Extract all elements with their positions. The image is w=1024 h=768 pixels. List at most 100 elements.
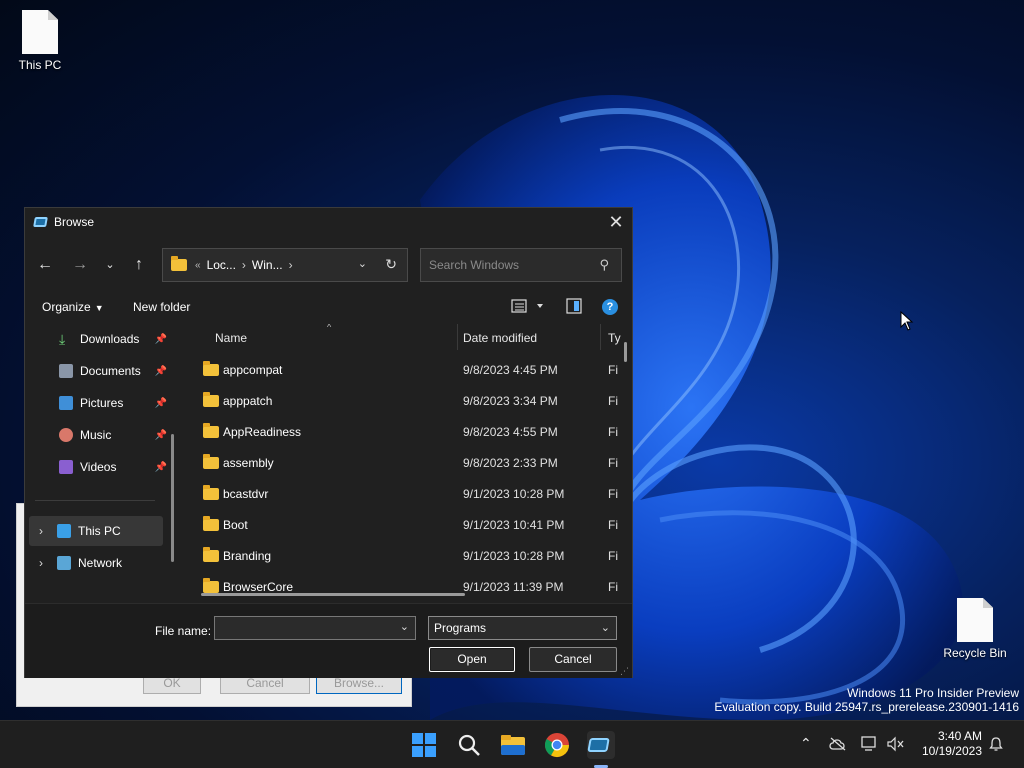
- nav-item-music[interactable]: Music 📌: [25, 420, 175, 450]
- new-folder-button[interactable]: New folder: [133, 300, 190, 314]
- address-overflow[interactable]: «: [195, 260, 201, 271]
- file-name-input[interactable]: ⌄: [214, 616, 416, 640]
- taskbar: ⌃ 3:40 AM 10/19/2023: [0, 720, 1024, 768]
- search-icon: ⚲: [599, 257, 609, 272]
- column-separator[interactable]: [600, 324, 601, 350]
- chevron-down-icon[interactable]: ⌄: [400, 620, 409, 633]
- up-arrow-icon[interactable]: ↑: [128, 254, 150, 276]
- clock-time: 3:40 AM: [937, 729, 982, 743]
- address-bar[interactable]: « Loc... › Win... › ⌄ ↻: [162, 248, 408, 282]
- file-row[interactable]: Boot 9/1/2023 10:41 PM Fi: [185, 509, 625, 540]
- file-date-modified: 9/8/2023 2:33 PM: [463, 456, 558, 470]
- network-status-icon[interactable]: [861, 736, 877, 752]
- file-row[interactable]: apppatch 9/8/2023 3:34 PM Fi: [185, 385, 625, 416]
- file-row[interactable]: bcastdvr 9/1/2023 10:28 PM Fi: [185, 478, 625, 509]
- file-date-modified: 9/8/2023 4:45 PM: [463, 363, 558, 377]
- file-list-horizontal-scrollbar[interactable]: [201, 593, 465, 596]
- column-type[interactable]: Ty: [608, 331, 621, 345]
- dialog-title: Browse: [54, 215, 95, 229]
- network-icon: [57, 556, 71, 570]
- start-windows-icon[interactable]: [410, 731, 438, 759]
- file-list-vertical-scrollbar[interactable]: [624, 342, 627, 362]
- nav-divider: [35, 500, 155, 501]
- taskbar-clock[interactable]: 3:40 AM 10/19/2023: [912, 729, 982, 759]
- file-name: Boot: [223, 518, 248, 532]
- nav-item-label: Videos: [80, 460, 117, 474]
- nav-item-downloads[interactable]: ⤓ Downloads 📌: [25, 324, 175, 354]
- clock-date: 10/19/2023: [921, 744, 982, 758]
- pin-icon[interactable]: 📌: [155, 462, 167, 473]
- folder-icon: [203, 361, 219, 376]
- expand-chevron-icon[interactable]: ›: [35, 556, 47, 570]
- nav-item-pictures[interactable]: Pictures 📌: [25, 388, 175, 418]
- breadcrumb-separator-icon[interactable]: ›: [289, 258, 293, 272]
- nav-item-documents[interactable]: Documents 📌: [25, 356, 175, 386]
- close-button[interactable]: ✕: [606, 212, 626, 232]
- change-view-icon[interactable]: [511, 298, 545, 314]
- file-type: Fi: [608, 456, 618, 470]
- address-segment-local-disk[interactable]: Loc...: [207, 258, 236, 272]
- back-arrow-icon[interactable]: ←: [34, 254, 56, 276]
- folder-icon: [203, 485, 219, 500]
- file-type: Fi: [608, 487, 618, 501]
- folder-icon: [203, 516, 219, 531]
- chrome-icon[interactable]: [543, 731, 571, 759]
- recent-locations-chevron-icon[interactable]: ⌄: [99, 254, 121, 276]
- pin-icon[interactable]: 📌: [155, 366, 167, 377]
- file-name: apppatch: [223, 394, 273, 408]
- file-explorer-icon[interactable]: [499, 731, 527, 759]
- pin-icon[interactable]: 📌: [155, 334, 167, 345]
- notification-bell-icon[interactable]: [988, 736, 1004, 752]
- desktop-icon-this-pc[interactable]: This PC: [0, 10, 80, 72]
- help-icon[interactable]: ?: [602, 299, 618, 315]
- address-dropdown-icon[interactable]: ⌄: [358, 257, 367, 270]
- forward-arrow-icon[interactable]: →: [69, 254, 91, 276]
- folder-icon: [203, 454, 219, 469]
- dialog-titlebar[interactable]: Browse: [25, 208, 632, 236]
- column-name[interactable]: Name: [215, 331, 247, 345]
- preview-pane-icon[interactable]: [566, 298, 582, 314]
- nav-scrollbar[interactable]: [171, 434, 174, 562]
- pin-icon[interactable]: 📌: [155, 430, 167, 441]
- volume-muted-icon[interactable]: [886, 736, 904, 752]
- search-icon[interactable]: [455, 731, 483, 759]
- nav-item-network[interactable]: › Network: [29, 548, 163, 578]
- expand-chevron-icon[interactable]: ›: [35, 524, 47, 538]
- nav-item-label: This PC: [78, 524, 121, 538]
- file-row[interactable]: Branding 9/1/2023 10:28 PM Fi: [185, 540, 625, 571]
- resize-grip-icon[interactable]: ⋰: [620, 666, 630, 676]
- file-name: assembly: [223, 456, 274, 470]
- pin-icon[interactable]: 📌: [155, 398, 167, 409]
- onedrive-offline-icon[interactable]: [829, 737, 847, 751]
- file-type: Fi: [608, 549, 618, 563]
- open-button[interactable]: Open: [429, 647, 515, 672]
- watermark-line1: Windows 11 Pro Insider Preview: [847, 686, 1019, 700]
- desktop-icon-label: Recycle Bin: [943, 646, 1007, 660]
- browse-dialog: Browse ✕ ← → ⌄ ↑ « Loc... › Win... › ⌄ ↻…: [24, 207, 633, 678]
- nav-item-videos[interactable]: Videos 📌: [25, 452, 175, 482]
- file-date-modified: 9/1/2023 11:39 PM: [463, 580, 564, 594]
- folder-icon: [203, 547, 219, 562]
- nav-item-this-pc[interactable]: › This PC: [29, 516, 163, 546]
- desktop-icon-recycle-bin[interactable]: Recycle Bin: [935, 598, 1015, 660]
- search-input[interactable]: Search Windows ⚲: [420, 248, 622, 282]
- file-name: AppReadiness: [223, 425, 302, 439]
- address-segment-windows[interactable]: Win...: [252, 258, 283, 272]
- file-type-select[interactable]: Programs ⌄: [428, 616, 617, 640]
- file-row[interactable]: AppReadiness 9/8/2023 4:55 PM Fi: [185, 416, 625, 447]
- active-app-icon[interactable]: [587, 731, 615, 759]
- refresh-icon[interactable]: ↻: [385, 256, 397, 273]
- show-hidden-icons-chevron-icon[interactable]: ⌃: [800, 735, 812, 752]
- file-row[interactable]: appcompat 9/8/2023 4:45 PM Fi: [185, 354, 625, 385]
- column-date-modified[interactable]: Date modified: [463, 331, 537, 345]
- organize-button[interactable]: Organize ▼: [42, 300, 104, 314]
- column-separator[interactable]: [457, 324, 458, 350]
- nav-item-label: Music: [80, 428, 112, 442]
- cancel-button[interactable]: Cancel: [529, 647, 617, 672]
- file-name: Branding: [223, 549, 272, 563]
- nav-item-label: Pictures: [80, 396, 124, 410]
- organize-label: Organize: [42, 300, 91, 314]
- file-row[interactable]: assembly 9/8/2023 2:33 PM Fi: [185, 447, 625, 478]
- videos-icon: [59, 460, 73, 474]
- file-type-value: Programs: [434, 621, 487, 635]
